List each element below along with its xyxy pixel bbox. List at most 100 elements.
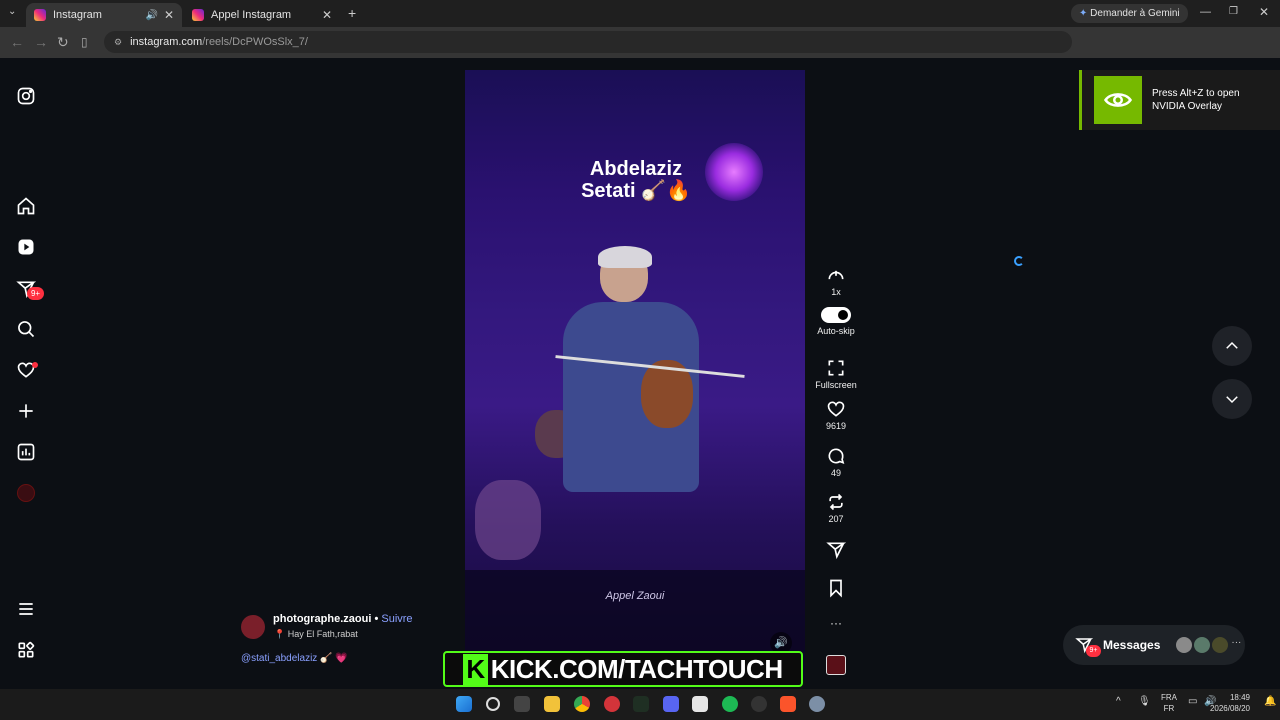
menu-hamburger-icon[interactable] xyxy=(16,599,36,619)
settings-gear-icon[interactable] xyxy=(809,696,825,712)
search-icon[interactable] xyxy=(16,319,36,339)
system-clock[interactable]: 18:49 2026/08/20 xyxy=(1210,692,1250,714)
taskbar-search-icon[interactable] xyxy=(486,697,500,711)
tab-search-icon[interactable]: ⌄ xyxy=(8,6,16,17)
caption-text[interactable]: @stati_abdelaziz 🪕 💗 xyxy=(241,653,348,664)
new-tab-icon[interactable]: + xyxy=(348,5,356,21)
tab-instagram[interactable]: Instagram 🔊 ✕ xyxy=(26,3,182,27)
gemini-button[interactable]: ✦ Demander à Gemini xyxy=(1071,4,1188,23)
messages-badge: 9+ xyxy=(27,287,44,300)
previous-reel-button[interactable] xyxy=(1212,326,1252,366)
brave-icon[interactable] xyxy=(780,696,796,712)
side-panel-icon[interactable]: ▯ xyxy=(81,35,88,49)
save-button[interactable] xyxy=(816,578,856,600)
forward-icon[interactable]: → xyxy=(34,34,48,50)
obs-icon[interactable] xyxy=(751,696,767,712)
home-icon[interactable] xyxy=(16,196,36,216)
comment-button[interactable]: 49 xyxy=(816,446,856,478)
notifications-bell-icon[interactable]: 🔔 xyxy=(1264,696,1276,707)
app-icon[interactable] xyxy=(604,696,620,712)
speed-gauge-icon xyxy=(828,270,844,280)
browser-tab-bar: ⌄ Instagram 🔊 ✕ Appel Instagram ✕ + ✦ De… xyxy=(0,0,1280,27)
instagram-favicon-icon xyxy=(192,9,204,21)
microphone-icon[interactable]: 🎙 xyxy=(1138,696,1151,707)
next-reel-button[interactable] xyxy=(1212,379,1252,419)
reels-icon[interactable] xyxy=(16,237,36,257)
spotify-icon[interactable] xyxy=(722,696,738,712)
profile-avatar[interactable] xyxy=(17,484,35,502)
task-view-icon[interactable] xyxy=(514,696,530,712)
file-explorer-icon[interactable] xyxy=(544,696,560,712)
caption-author: photographe.zaoui • Suivre xyxy=(273,613,413,625)
playback-speed-button[interactable]: 1x xyxy=(816,265,856,297)
back-icon[interactable]: ← xyxy=(10,34,24,50)
tab-title: Instagram xyxy=(53,9,102,21)
repost-count: 207 xyxy=(828,514,844,524)
site-info-icon[interactable]: ⚙ xyxy=(114,37,122,48)
mirror-ball-light xyxy=(705,143,763,201)
performer-hair xyxy=(598,246,652,268)
kick-stream-banner: K KICK.COM/TACHTOUCH xyxy=(443,651,803,687)
caption-separator: • xyxy=(371,613,382,625)
heart-icon xyxy=(827,401,845,417)
audio-icon[interactable]: 🔊 xyxy=(145,10,157,21)
app-icon[interactable] xyxy=(633,696,649,712)
author-username[interactable]: photographe.zaoui xyxy=(273,613,371,625)
fullscreen-button[interactable]: Fullscreen xyxy=(812,358,860,390)
capcut-icon[interactable] xyxy=(692,696,708,712)
language-primary: FRA xyxy=(1161,693,1177,702)
start-windows-icon[interactable] xyxy=(456,696,472,712)
language-indicator[interactable]: FRA FR xyxy=(1161,692,1177,714)
more-apps-icon[interactable] xyxy=(16,640,36,660)
bookmark-icon xyxy=(830,579,842,598)
autoskip-label: Auto-skip xyxy=(817,326,855,336)
tab-title: Appel Instagram xyxy=(211,9,292,21)
minimize-icon[interactable]: — xyxy=(1200,6,1211,18)
reel-title-line2: Setati 🪕🔥 xyxy=(581,180,691,202)
tab-appel-instagram[interactable]: Appel Instagram ✕ xyxy=(184,3,340,27)
close-window-icon[interactable]: ✕ xyxy=(1259,5,1269,19)
dashboard-icon[interactable] xyxy=(16,442,36,462)
network-icon[interactable]: ▭ xyxy=(1188,696,1197,707)
gemini-label: Demander à Gemini xyxy=(1090,8,1180,19)
instagram-logo-icon[interactable] xyxy=(16,86,36,106)
reel-video[interactable]: Abdelaziz Setati 🪕🔥 Appel Zaoui 🔊 xyxy=(465,70,805,680)
close-tab-icon[interactable]: ✕ xyxy=(164,8,174,22)
fullscreen-label: Fullscreen xyxy=(815,380,857,390)
nvidia-overlay-notification: Press Alt+Z to open NVIDIA Overlay xyxy=(1079,70,1280,130)
follow-button[interactable]: Suivre xyxy=(381,613,412,625)
nvidia-eye-icon xyxy=(1094,76,1142,124)
tray-chevron-up-icon[interactable]: ^ xyxy=(1116,696,1121,707)
autoskip-toggle[interactable]: Auto-skip xyxy=(816,307,856,336)
chrome-icon[interactable] xyxy=(574,696,590,712)
share-button[interactable] xyxy=(816,540,856,562)
comment-bubble-icon xyxy=(828,448,845,464)
address-bar[interactable]: ⚙ instagram.com/reels/DcPWOsSlx_7/ xyxy=(104,31,1072,53)
close-tab-icon[interactable]: ✕ xyxy=(322,8,332,22)
reload-icon[interactable]: ↻ xyxy=(57,34,69,51)
create-plus-icon[interactable] xyxy=(16,401,36,421)
restore-icon[interactable]: ❐ xyxy=(1229,6,1238,17)
url-domain: instagram.com xyxy=(130,36,203,48)
toggle-switch-icon xyxy=(821,307,851,323)
notification-dot xyxy=(32,362,38,368)
discord-icon[interactable] xyxy=(663,696,679,712)
more-options-button[interactable]: ··· xyxy=(816,616,856,630)
more-dots-icon: ··· xyxy=(830,616,842,630)
like-button[interactable]: 9619 xyxy=(816,399,856,431)
audio-thumbnail[interactable] xyxy=(826,655,846,675)
messages-label: Messages xyxy=(1103,638,1161,652)
contact-avatar xyxy=(1176,637,1193,653)
gemini-sparkle-icon: ✦ xyxy=(1079,8,1088,19)
messages-button[interactable]: 9+ Messages ··· xyxy=(1063,625,1245,665)
messages-badge: 9+ xyxy=(1086,645,1101,657)
location-pin-icon: 📍 xyxy=(274,629,286,639)
speed-value: 1x xyxy=(831,287,841,297)
author-avatar[interactable] xyxy=(241,615,265,639)
contact-avatar xyxy=(1212,637,1229,653)
repost-button[interactable]: 207 xyxy=(816,492,856,524)
caption-location[interactable]: 📍 Hay El Fath,rabat xyxy=(274,629,358,640)
more-dots-icon: ··· xyxy=(1231,637,1242,648)
url-path: /reels/DcPWOsSlx_7/ xyxy=(202,36,308,48)
clock-time: 18:49 xyxy=(1229,693,1250,702)
